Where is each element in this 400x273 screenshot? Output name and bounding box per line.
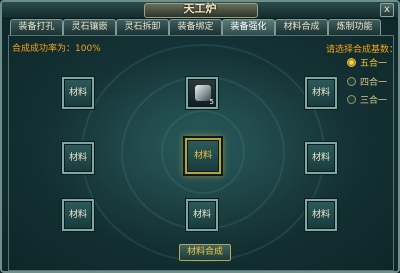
tab-equip-bind[interactable]: 装备绑定 [169, 19, 222, 35]
radio-four-in-one[interactable]: 四合一 [347, 75, 388, 88]
radio-label: 五合一 [360, 59, 388, 69]
tab-stone-inlay[interactable]: 灵石镶嵌 [63, 19, 116, 35]
radio-five-in-one[interactable]: 五合一 [347, 56, 388, 69]
close-button[interactable]: x [380, 3, 394, 17]
material-slot[interactable]: 材料 [305, 142, 337, 174]
material-slot[interactable]: 材料 [62, 77, 94, 109]
window-title: 天工炉 [183, 2, 217, 15]
tab-equip-punch[interactable]: 装备打孔 [10, 19, 63, 35]
radio-dot[interactable] [347, 95, 356, 104]
tab-material-synth[interactable]: 材料合成 [275, 19, 328, 35]
radio-three-in-one[interactable]: 三合一 [347, 93, 388, 106]
material-slot[interactable]: 材料 [62, 142, 94, 174]
material-slot[interactable]: 材料 [186, 199, 218, 231]
material-slot[interactable]: 材料 [305, 77, 337, 109]
tab-bar: 装备打孔 灵石镶嵌 灵石拆卸 装备绑定 装备强化 材料合成 炼制功能 [10, 19, 390, 36]
tiangong-furnace-window: 天工炉 x 装备打孔 灵石镶嵌 灵石拆卸 装备绑定 装备强化 材料合成 炼制功能… [0, 0, 400, 273]
material-slot-filled[interactable]: 5 [186, 77, 218, 109]
material-slot[interactable]: 材料 [305, 199, 337, 231]
material-synthesis-button[interactable]: 材料合成 [179, 244, 231, 261]
radio-label: 三合一 [360, 96, 388, 106]
choose-base-label: 请选择合成基数： [326, 45, 399, 55]
radio-dot[interactable] [347, 58, 356, 67]
success-rate-text: 合成成功率为：100% [12, 44, 101, 54]
tab-refine[interactable]: 炼制功能 [328, 19, 381, 35]
title-bar[interactable]: 天工炉 x [2, 2, 398, 19]
radio-label: 四合一 [360, 78, 388, 88]
tab-stone-remove[interactable]: 灵石拆卸 [116, 19, 169, 35]
tab-equip-enhance[interactable]: 装备强化 [222, 19, 275, 36]
center-material-slot[interactable]: 材料 [185, 138, 221, 174]
item-count: 5 [209, 98, 214, 106]
radio-dot[interactable] [347, 77, 356, 86]
material-slot[interactable]: 材料 [62, 199, 94, 231]
